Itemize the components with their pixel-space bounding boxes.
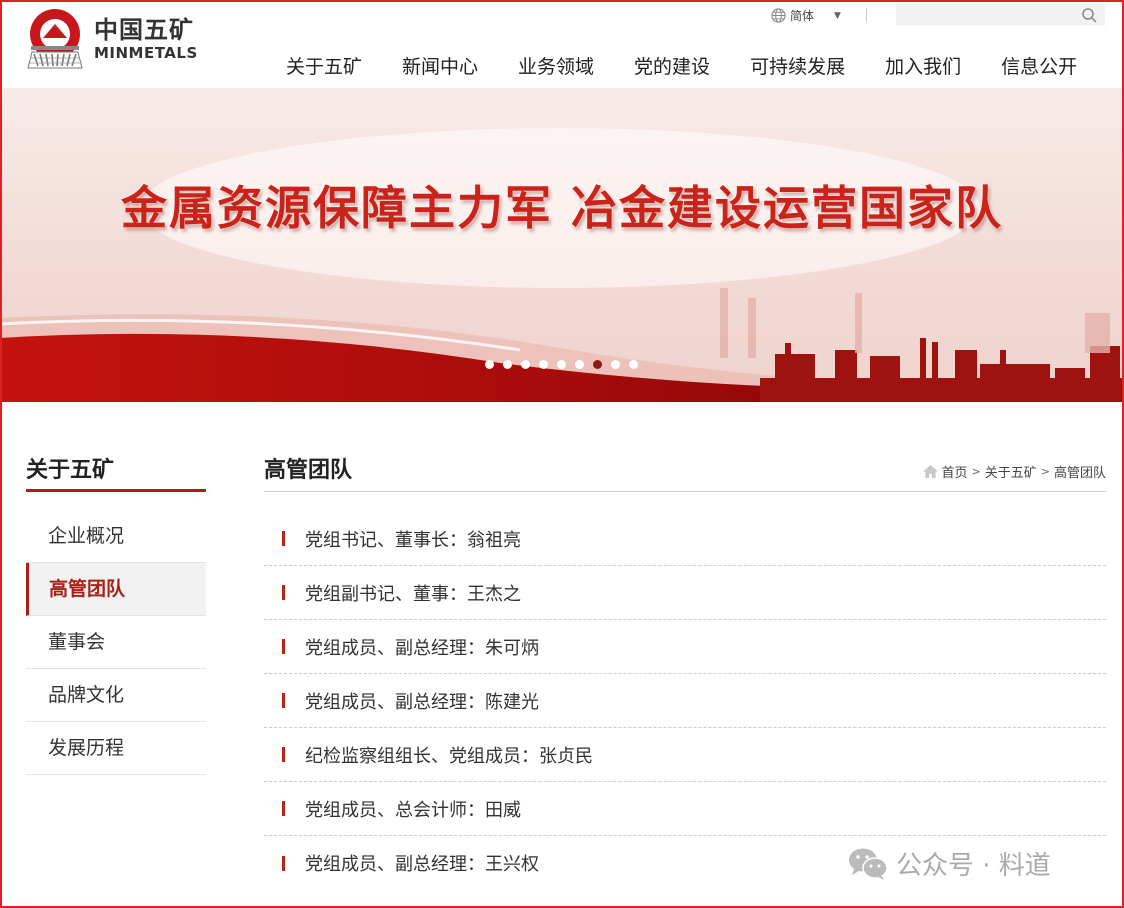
- sidebar-item-history[interactable]: 发展历程: [26, 722, 206, 775]
- breadcrumb-home[interactable]: 首页: [942, 462, 968, 481]
- list-item-text: 纪检监察组组长、党组成员：张贞民: [305, 745, 593, 767]
- logo[interactable]: 中国五矿 MINMETALS: [26, 8, 198, 70]
- search-input[interactable]: [896, 4, 1105, 26]
- main-nav: 关于五矿 新闻中心 业务领域 党的建设 可持续发展 加入我们 信息公开: [286, 52, 1077, 79]
- topbar-divider: [866, 8, 867, 22]
- bullet-mark: [282, 747, 285, 762]
- list-item-text: 党组成员、副总经理：朱可炳: [305, 637, 539, 659]
- title-divider: [264, 491, 1106, 492]
- carousel-dot[interactable]: [575, 360, 584, 369]
- bullet-mark: [282, 855, 285, 871]
- sidebar-item-board[interactable]: 董事会: [26, 616, 206, 669]
- carousel-dot[interactable]: [521, 360, 530, 369]
- wechat-icon: [849, 848, 888, 880]
- list-item[interactable]: 纪检监察组组长、党组成员：张贞民: [264, 728, 1106, 782]
- search-icon[interactable]: [1081, 7, 1097, 23]
- nav-item-sustainability[interactable]: 可持续发展: [750, 52, 845, 79]
- carousel-dot[interactable]: [557, 360, 566, 369]
- bullet-mark: [282, 639, 285, 654]
- executive-list: 党组书记、董事长：翁祖亮 党组副书记、董事：王杰之 党组成员、副总经理：朱可炳 …: [264, 512, 1106, 890]
- breadcrumb-separator: >: [971, 465, 981, 478]
- list-item-text: 党组成员、总会计师：田威: [305, 799, 521, 821]
- banner-slogan: 金属资源保障主力军 冶金建设运营国家队: [120, 181, 1003, 235]
- breadcrumb-current: 高管团队: [1053, 466, 1106, 481]
- sidebar-item-overview[interactable]: 企业概况: [26, 510, 206, 563]
- hero-banner[interactable]: 金属资源保障主力军 冶金建设运营国家队: [0, 88, 1124, 402]
- banner-background-image: [0, 128, 1124, 402]
- breadcrumb-about[interactable]: 关于五矿: [985, 462, 1037, 481]
- breadcrumb: 首页 > 关于五矿 > 高管团队: [922, 462, 1106, 481]
- list-item[interactable]: 党组书记、董事长：翁祖亮: [264, 512, 1106, 566]
- logo-name-en: MINMETALS: [94, 43, 198, 62]
- list-item[interactable]: 党组副书记、董事：王杰之: [264, 566, 1106, 620]
- carousel-dot[interactable]: [503, 360, 512, 369]
- header: 中国五矿 MINMETALS 简体 ▼ 关于五矿 新闻中心 业务领域 党的建设 …: [0, 0, 1124, 88]
- bullet-mark: [282, 801, 285, 816]
- breadcrumb-separator: >: [1040, 465, 1050, 478]
- sidebar-item-management-team[interactable]: 高管团队: [26, 563, 206, 616]
- minmetals-logo-icon: [27, 9, 83, 69]
- home-icon: [922, 465, 938, 478]
- nav-item-careers[interactable]: 加入我们: [885, 52, 961, 79]
- sidebar-item-brand-culture[interactable]: 品牌文化: [26, 669, 206, 722]
- carousel-dot[interactable]: [485, 360, 494, 369]
- carousel-dot-active[interactable]: [593, 360, 602, 369]
- watermark-text: 公众号 · 料道: [896, 851, 1051, 881]
- caret-down-icon: ▼: [834, 10, 841, 21]
- watermark: 公众号 · 料道: [848, 845, 1051, 882]
- carousel-dots: [485, 360, 638, 369]
- sidebar-menu: 企业概况 高管团队 董事会 品牌文化 发展历程: [26, 510, 206, 775]
- nav-item-party[interactable]: 党的建设: [634, 52, 710, 79]
- nav-item-business[interactable]: 业务领域: [518, 52, 594, 79]
- list-item-text: 党组书记、董事长：翁祖亮: [305, 529, 521, 551]
- carousel-dot[interactable]: [539, 360, 548, 369]
- carousel-dot[interactable]: [611, 360, 620, 369]
- page-title: 高管团队: [264, 458, 353, 483]
- nav-item-about[interactable]: 关于五矿: [286, 52, 362, 79]
- list-item-text: 党组成员、副总经理：陈建光: [305, 691, 539, 713]
- bullet-mark: [282, 531, 285, 546]
- list-item-text: 党组副书记、董事：王杰之: [305, 583, 521, 605]
- carousel-dot[interactable]: [629, 360, 638, 369]
- sidebar-title: 关于五矿: [26, 458, 115, 483]
- bullet-mark: [282, 585, 285, 600]
- list-item[interactable]: 党组成员、副总经理：陈建光: [264, 674, 1106, 728]
- language-label: 简体: [790, 9, 815, 23]
- list-item[interactable]: 党组成员、总会计师：田威: [264, 782, 1106, 836]
- language-switcher[interactable]: 简体 ▼: [771, 7, 841, 24]
- bullet-mark: [282, 693, 285, 708]
- nav-item-disclosure[interactable]: 信息公开: [1001, 52, 1077, 79]
- nav-item-news[interactable]: 新闻中心: [402, 52, 478, 79]
- globe-icon: [771, 8, 786, 23]
- logo-name-cn: 中国五矿: [94, 15, 194, 44]
- list-item[interactable]: 党组成员、副总经理：朱可炳: [264, 620, 1106, 674]
- list-item-text: 党组成员、副总经理：王兴权: [305, 854, 539, 875]
- sidebar-title-underline: [26, 489, 206, 492]
